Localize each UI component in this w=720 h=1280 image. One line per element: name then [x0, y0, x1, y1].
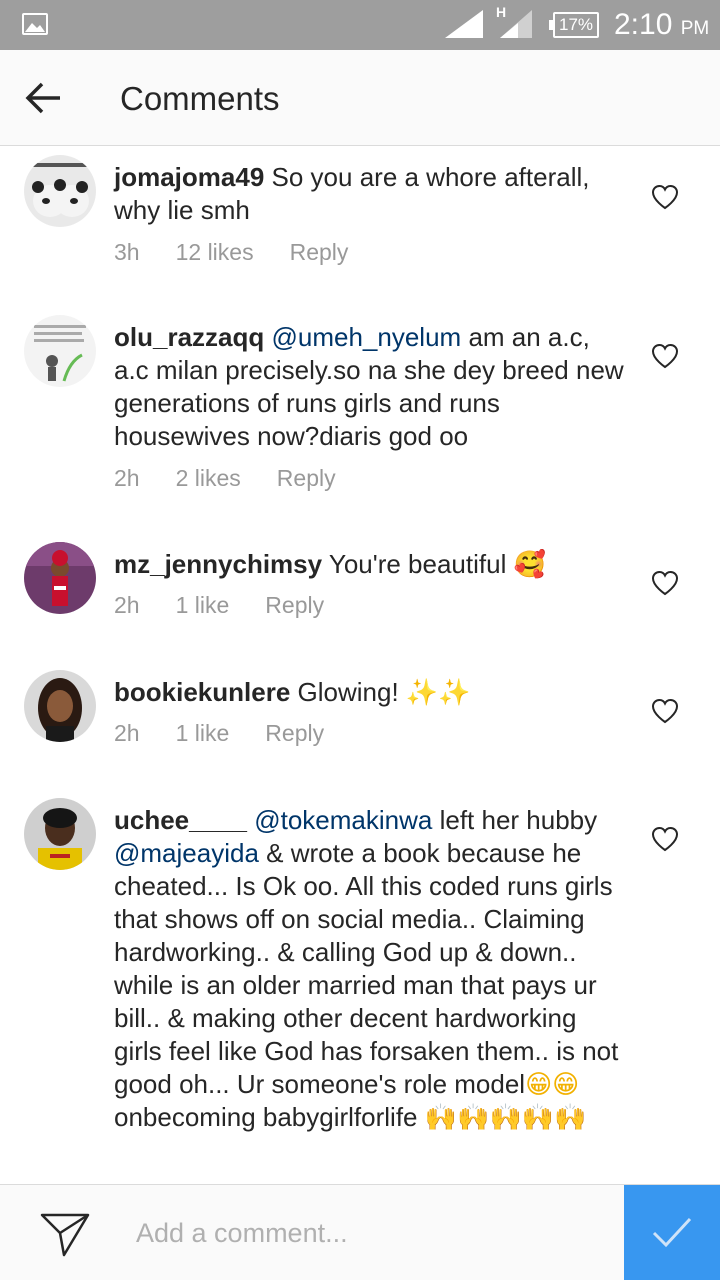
comment-time: 3h: [114, 239, 140, 265]
comment-body: & wrote a book because he cheated... Is …: [114, 838, 619, 1099]
reply-button[interactable]: Reply: [265, 720, 324, 747]
avatar[interactable]: [24, 670, 96, 742]
comments-list: jomajoma49 So you are a whore afterall, …: [0, 147, 720, 1184]
comment-username[interactable]: uchee____: [114, 805, 247, 835]
comment-username[interactable]: olu_razzaqq: [114, 322, 264, 352]
direct-share-icon[interactable]: [40, 1211, 90, 1257]
battery-indicator: 17%: [549, 12, 599, 38]
comment-emoji: 🥰: [513, 549, 546, 579]
avatar[interactable]: [24, 798, 96, 870]
like-heart-icon[interactable]: [651, 698, 679, 724]
like-heart-icon[interactable]: [651, 826, 679, 852]
comment-input[interactable]: [136, 1209, 606, 1257]
signal-strength-icon: [445, 10, 483, 38]
back-arrow-icon: [25, 82, 60, 114]
clock: 2:10 PM: [614, 8, 709, 46]
comment-likes[interactable]: 1 like: [176, 720, 230, 747]
comment-meta: 3h 12 likes Reply: [114, 239, 384, 266]
comment-text: uchee____ @tokemakinwa left her hubby @m…: [114, 804, 624, 1134]
clock-time: 2:10: [614, 8, 673, 41]
comment-emoji: 😁😁: [525, 1069, 580, 1099]
avatar[interactable]: [24, 315, 96, 387]
like-heart-icon[interactable]: [651, 343, 679, 369]
post-comment-button[interactable]: [624, 1185, 720, 1280]
comment-likes[interactable]: 1 like: [176, 592, 230, 619]
comment-body: You're beautiful: [328, 549, 507, 579]
comment-username[interactable]: jomajoma49: [114, 162, 264, 192]
clock-ampm: PM: [680, 18, 710, 39]
comment-time: 2h: [114, 465, 140, 491]
comment-likes[interactable]: 2 likes: [176, 465, 241, 492]
like-heart-icon[interactable]: [651, 184, 679, 210]
comment-body: left her hubby: [439, 805, 598, 835]
comment-likes[interactable]: 12 likes: [176, 239, 254, 266]
comment-text: olu_razzaqq @umeh_nyelum am an a.c, a.c …: [114, 321, 624, 453]
checkmark-icon: [652, 1217, 692, 1248]
comment-text: mz_jennychimsy You're beautiful 🥰: [114, 548, 624, 581]
signal-strength-secondary-icon: [500, 10, 532, 38]
reply-button[interactable]: Reply: [265, 592, 324, 619]
comment-mention[interactable]: @umeh_nyelum: [271, 322, 461, 352]
top-app-bar: Comments: [0, 50, 720, 146]
comment-time: 2h: [114, 592, 140, 618]
avatar[interactable]: [24, 542, 96, 614]
comment-mention[interactable]: @tokemakinwa: [254, 805, 432, 835]
comment-body: Glowing!: [297, 677, 399, 707]
comment-mention[interactable]: @majeayida: [114, 838, 259, 868]
avatar[interactable]: [24, 155, 96, 227]
comment-composer: [0, 1184, 720, 1280]
comment-body: onbecoming babygirlforlife: [114, 1102, 418, 1132]
page-title: Comments: [120, 80, 280, 117]
gallery-notification-icon: [22, 13, 48, 35]
comment-username[interactable]: bookiekunlere: [114, 677, 290, 707]
like-heart-icon[interactable]: [651, 570, 679, 596]
comment-emoji: 🙌🙌🙌🙌🙌: [424, 1102, 587, 1132]
comment-emoji: ✨✨: [405, 677, 471, 707]
comment-username[interactable]: mz_jennychimsy: [114, 549, 322, 579]
back-button[interactable]: [22, 78, 70, 118]
reply-button[interactable]: Reply: [290, 239, 349, 266]
comment-meta: 2h 2 likes Reply: [114, 465, 372, 492]
comment-meta: 2h 1 like Reply: [114, 592, 360, 619]
comment-meta: 2h 1 like Reply: [114, 720, 360, 747]
comment-time: 2h: [114, 720, 140, 746]
status-bar: H 17% 2:10 PM: [0, 0, 720, 50]
reply-button[interactable]: Reply: [277, 465, 336, 492]
comment-text: jomajoma49 So you are a whore afterall, …: [114, 161, 624, 227]
comment-text: bookiekunlere Glowing! ✨✨: [114, 676, 624, 709]
